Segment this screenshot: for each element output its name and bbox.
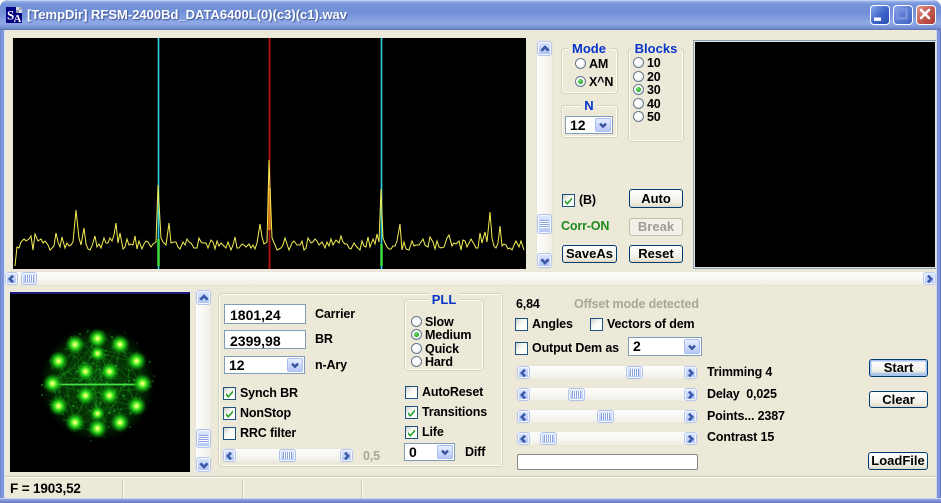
svg-text:A: A [14,13,22,23]
